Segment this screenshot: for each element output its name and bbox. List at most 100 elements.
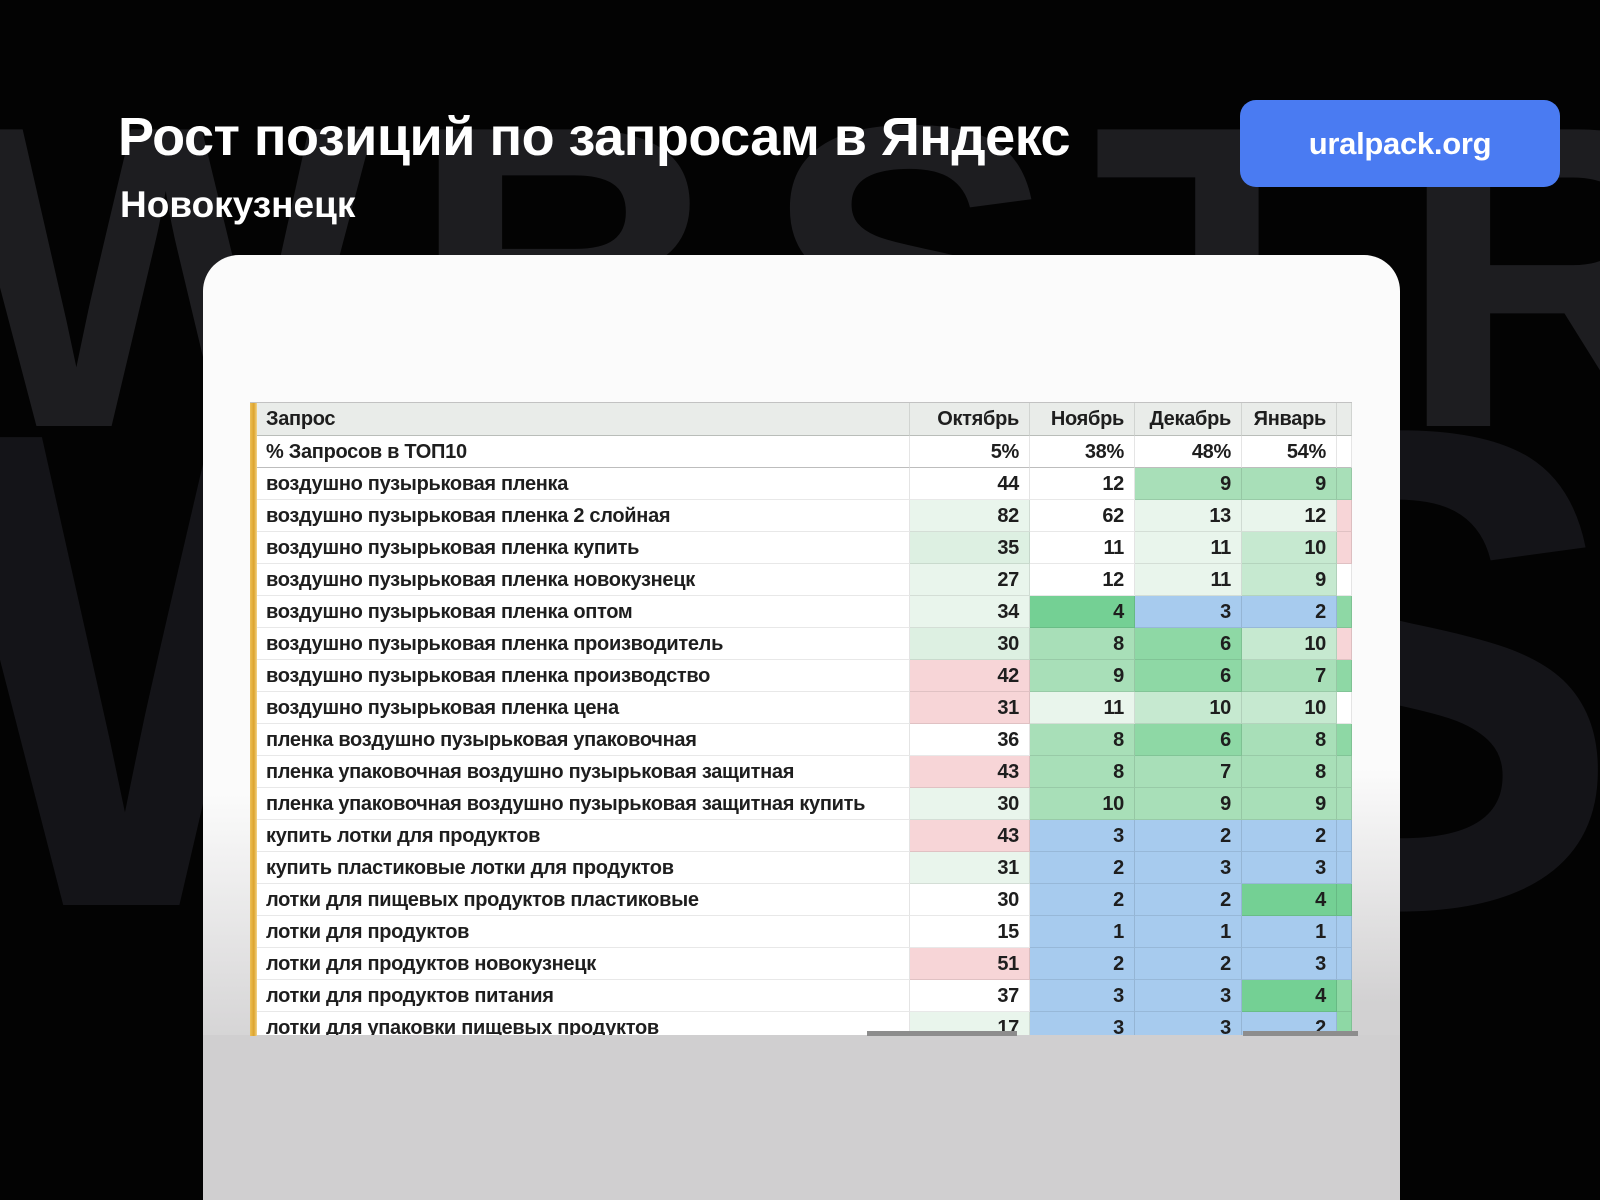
query-cell: купить лотки для продуктов	[257, 820, 910, 852]
value-cell: 2	[1030, 948, 1135, 980]
value-cell: 35	[910, 532, 1030, 564]
value-cell: 2	[1030, 884, 1135, 916]
value-cell: 10	[1242, 692, 1337, 724]
edge-cell	[1337, 820, 1352, 852]
column-header-month: Декабрь	[1135, 403, 1242, 436]
table-row: пленка воздушно пузырьковая упаковочная3…	[257, 724, 1352, 756]
table-row: пленка упаковочная воздушно пузырьковая …	[257, 788, 1352, 820]
value-cell: 27	[910, 564, 1030, 596]
value-cell: 11	[1030, 692, 1135, 724]
value-cell: 2	[1135, 820, 1242, 852]
edge-cell	[1337, 884, 1352, 916]
edge-cell	[1337, 628, 1352, 660]
value-cell: 34	[910, 596, 1030, 628]
value-cell: 3	[1135, 1012, 1242, 1036]
table-row: воздушно пузырьковая пленка цена31111010	[257, 692, 1352, 724]
value-cell: 11	[1135, 564, 1242, 596]
value-cell: 30	[910, 628, 1030, 660]
table-row: купить лотки для продуктов43322	[257, 820, 1352, 852]
column-header-edge	[1337, 403, 1352, 436]
query-cell: лотки для продуктов питания	[257, 980, 910, 1012]
value-cell: 48%	[1135, 436, 1242, 468]
query-cell: воздушно пузырьковая пленка цена	[257, 692, 910, 724]
table-row: % Запросов в ТОП105%38%48%54%	[257, 436, 1352, 468]
query-cell: пленка упаковочная воздушно пузырьковая …	[257, 756, 910, 788]
value-cell: 1	[1242, 916, 1337, 948]
table-row: лотки для пищевых продуктов пластиковые3…	[257, 884, 1352, 916]
positions-table: ЗапросОктябрьНоябрьДекабрьЯнварь% Запрос…	[250, 402, 1352, 1036]
table-row: воздушно пузырьковая пленка купить351111…	[257, 532, 1352, 564]
value-cell: 12	[1030, 468, 1135, 500]
value-cell: 2	[1135, 884, 1242, 916]
value-cell: 37	[910, 980, 1030, 1012]
table-header-row: ЗапросОктябрьНоябрьДекабрьЯнварь	[257, 403, 1352, 436]
query-cell: воздушно пузырьковая пленка купить	[257, 532, 910, 564]
table-row: лотки для продуктов15111	[257, 916, 1352, 948]
query-cell: лотки для продуктов	[257, 916, 910, 948]
value-cell: 7	[1135, 756, 1242, 788]
query-cell: воздушно пузырьковая пленка производство	[257, 660, 910, 692]
value-cell: 9	[1030, 660, 1135, 692]
page-title: Рост позиций по запросам в Яндекс	[118, 106, 1070, 168]
edge-cell	[1337, 660, 1352, 692]
edge-cell	[1337, 436, 1352, 468]
query-cell: % Запросов в ТОП10	[257, 436, 910, 468]
value-cell: 8	[1030, 724, 1135, 756]
value-cell: 12	[1242, 500, 1337, 532]
column-header-month: Ноябрь	[1030, 403, 1135, 436]
table-row: воздушно пузырьковая пленка производител…	[257, 628, 1352, 660]
value-cell: 2	[1135, 948, 1242, 980]
value-cell: 8	[1242, 756, 1337, 788]
table-row: лотки для упаковки пищевых продуктов1733…	[257, 1012, 1352, 1036]
table-row: лотки для продуктов питания37334	[257, 980, 1352, 1012]
query-cell: воздушно пузырьковая пленка	[257, 468, 910, 500]
value-cell: 9	[1242, 788, 1337, 820]
value-cell: 30	[910, 884, 1030, 916]
edge-cell	[1337, 756, 1352, 788]
value-cell: 1	[1030, 916, 1135, 948]
value-cell: 2	[1030, 852, 1135, 884]
value-cell: 54%	[1242, 436, 1337, 468]
edge-cell	[1337, 948, 1352, 980]
edge-cell	[1337, 532, 1352, 564]
table-grid: ЗапросОктябрьНоябрьДекабрьЯнварь% Запрос…	[257, 403, 1352, 1036]
value-cell: 3	[1242, 948, 1337, 980]
value-cell: 7	[1242, 660, 1337, 692]
card-left-margin	[203, 402, 250, 1035]
table-row: пленка упаковочная воздушно пузырьковая …	[257, 756, 1352, 788]
query-cell: пленка упаковочная воздушно пузырьковая …	[257, 788, 910, 820]
value-cell: 13	[1135, 500, 1242, 532]
value-cell: 9	[1242, 564, 1337, 596]
table-row: воздушно пузырьковая пленка производство…	[257, 660, 1352, 692]
query-cell: воздушно пузырьковая пленка 2 слойная	[257, 500, 910, 532]
value-cell: 3	[1030, 1012, 1135, 1036]
query-cell: лотки для упаковки пищевых продуктов	[257, 1012, 910, 1036]
value-cell: 8	[1242, 724, 1337, 756]
value-cell: 6	[1135, 628, 1242, 660]
value-cell: 12	[1030, 564, 1135, 596]
table-row: воздушно пузырьковая пленка441299	[257, 468, 1352, 500]
partial-cell-border	[867, 1031, 1017, 1036]
value-cell: 43	[910, 756, 1030, 788]
value-cell: 82	[910, 500, 1030, 532]
value-cell: 2	[1242, 820, 1337, 852]
value-cell: 62	[1030, 500, 1135, 532]
value-cell: 3	[1135, 596, 1242, 628]
value-cell: 38%	[1030, 436, 1135, 468]
value-cell: 2	[1242, 596, 1337, 628]
value-cell: 36	[910, 724, 1030, 756]
edge-cell	[1337, 852, 1352, 884]
value-cell: 4	[1242, 980, 1337, 1012]
partial-cell-border	[1243, 1031, 1358, 1036]
query-cell: пленка воздушно пузырьковая упаковочная	[257, 724, 910, 756]
value-cell: 3	[1135, 980, 1242, 1012]
edge-cell	[1337, 916, 1352, 948]
edge-cell	[1337, 468, 1352, 500]
value-cell: 10	[1242, 532, 1337, 564]
site-badge[interactable]: uralpack.org	[1240, 100, 1560, 187]
edge-cell	[1337, 596, 1352, 628]
value-cell: 51	[910, 948, 1030, 980]
query-cell: купить пластиковые лотки для продуктов	[257, 852, 910, 884]
value-cell: 9	[1135, 788, 1242, 820]
value-cell: 6	[1135, 724, 1242, 756]
